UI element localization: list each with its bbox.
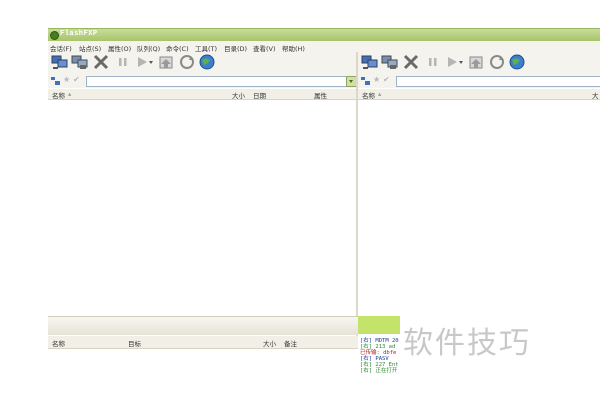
local-toolbar bbox=[48, 52, 356, 74]
title-bar: FlashFXP bbox=[48, 28, 600, 41]
globe-icon[interactable] bbox=[198, 54, 216, 70]
remote-pause-icon[interactable] bbox=[424, 54, 442, 70]
remote-connect-icon[interactable] bbox=[361, 54, 379, 70]
watermark: 软件技巧 bbox=[403, 326, 531, 361]
status-band bbox=[48, 316, 358, 335]
remote-refresh-icon[interactable] bbox=[488, 54, 506, 70]
remote-abort-icon[interactable] bbox=[402, 54, 420, 70]
local-pane: ★ ✔ 名称 ▴ 大小 日期 属性 bbox=[48, 52, 357, 316]
queue-col-size[interactable]: 大小 bbox=[263, 338, 276, 348]
window-title: FlashFXP bbox=[60, 30, 98, 38]
local-path-input[interactable] bbox=[86, 76, 352, 87]
local-address-bar: ★ ✔ bbox=[48, 74, 357, 88]
log-line: [右] 正在打开 bbox=[360, 368, 398, 374]
download-icon[interactable] bbox=[468, 54, 486, 70]
transfer-dropdown-icon[interactable] bbox=[148, 54, 154, 70]
col-size[interactable]: 大小 bbox=[232, 90, 245, 100]
col-attributes[interactable]: 属性 bbox=[314, 90, 327, 100]
remote-col-name[interactable]: 名称 bbox=[362, 90, 375, 100]
sort-indicator-icon: ▴ bbox=[68, 90, 72, 98]
remote-path-input[interactable] bbox=[396, 76, 600, 87]
folder-tree-icon[interactable] bbox=[51, 77, 60, 85]
log-header-band bbox=[358, 316, 400, 334]
refresh-icon[interactable] bbox=[178, 54, 196, 70]
remote-disconnect-icon[interactable] bbox=[381, 54, 399, 70]
upload-icon[interactable] bbox=[158, 54, 176, 70]
remote-history-icon[interactable]: ✔ bbox=[383, 75, 390, 84]
remote-transfer-dropdown-icon[interactable] bbox=[458, 54, 464, 70]
queue-col-target[interactable]: 目标 bbox=[128, 338, 141, 348]
pause-icon[interactable] bbox=[114, 54, 132, 70]
session-log: [右] MDTM 20 [右] 213 ad 已传输: dbfe [右] PAS… bbox=[359, 334, 401, 375]
history-icon[interactable]: ✔ bbox=[73, 75, 80, 84]
remote-col-size[interactable]: 大 bbox=[592, 90, 599, 100]
col-name[interactable]: 名称 bbox=[52, 90, 65, 100]
remote-globe-icon[interactable] bbox=[508, 54, 526, 70]
favorites-star-icon[interactable]: ★ bbox=[63, 75, 70, 84]
remote-toolbar bbox=[358, 52, 600, 74]
queue-col-note[interactable]: 备注 bbox=[284, 338, 297, 348]
app-logo-icon bbox=[50, 31, 59, 40]
remote-address-bar: ★ ✔ bbox=[358, 74, 600, 88]
queue-col-name[interactable]: 名称 bbox=[52, 338, 65, 348]
abort-icon[interactable] bbox=[92, 54, 110, 70]
remote-column-header: 名称 ▴ 大 bbox=[358, 89, 600, 100]
col-date[interactable]: 日期 bbox=[253, 90, 266, 100]
local-column-header: 名称 ▴ 大小 日期 属性 bbox=[48, 89, 356, 100]
remote-pane: ★ ✔ 名称 ▴ 大 bbox=[358, 52, 600, 316]
queue-column-header: 名称 目标 大小 备注 bbox=[48, 336, 358, 349]
connect-icon[interactable] bbox=[51, 54, 69, 70]
remote-favorites-star-icon[interactable]: ★ bbox=[373, 75, 380, 84]
remote-folder-tree-icon[interactable] bbox=[361, 77, 370, 85]
disconnect-icon[interactable] bbox=[71, 54, 89, 70]
remote-sort-indicator-icon: ▴ bbox=[378, 90, 382, 98]
menu-bar: 会话(F) 站点(S) 属性(O) 队列(Q) 命令(C) 工具(T) 目录(D… bbox=[48, 41, 600, 53]
